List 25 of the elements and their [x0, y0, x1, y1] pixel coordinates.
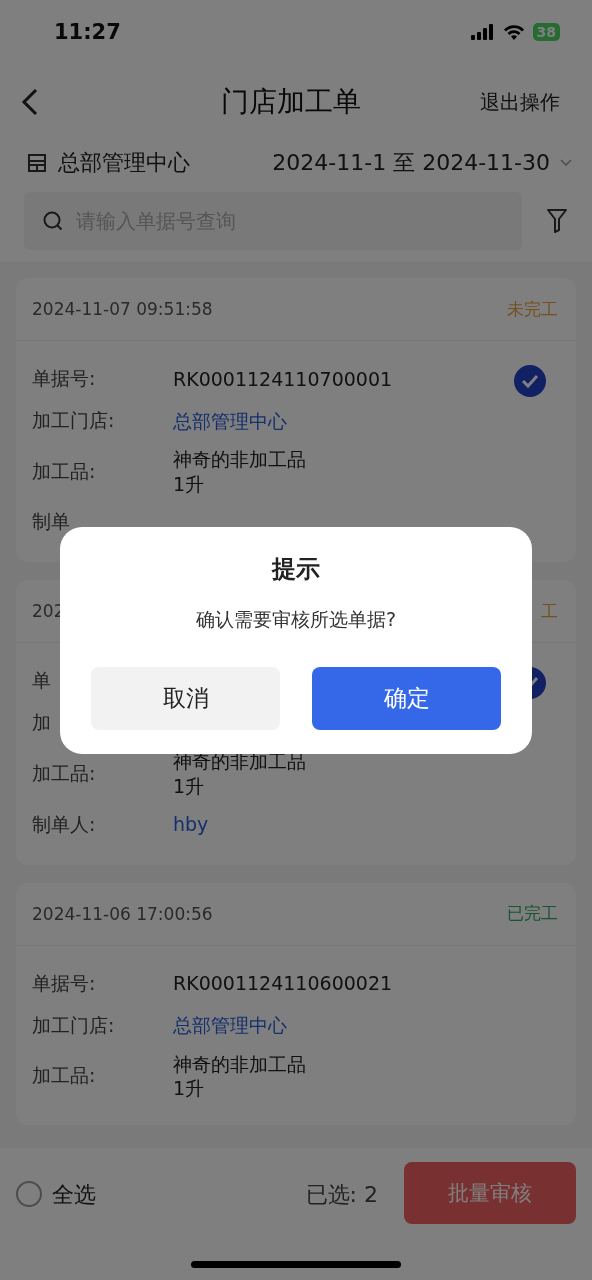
field-label: 加工门店:	[32, 1012, 116, 1038]
field-label: 制单	[32, 509, 71, 535]
order-time: 2024-11-06 17:00:56	[32, 903, 213, 924]
field-label: 制单人:	[32, 811, 97, 837]
field-label: 单	[32, 668, 52, 694]
status-tag: 未完工	[507, 297, 558, 321]
field-label: 单据号:	[32, 970, 97, 996]
selected-count: 已选: 2	[305, 1181, 378, 1209]
field-value: RK0001124110700001	[173, 366, 393, 392]
order-time: 2024-11-07 09:51:58	[32, 299, 213, 319]
field-label: 单据号:	[32, 366, 97, 391]
status-tag: 已完工	[507, 902, 558, 926]
field-label: 加工品:	[32, 761, 97, 787]
field-label: 加工品:	[32, 458, 97, 484]
field-value: 神奇的非加工品 1升	[173, 447, 306, 497]
status-tag: 工	[541, 599, 558, 623]
field-label: 加	[32, 710, 52, 736]
page-title: 门店加工单	[220, 84, 362, 120]
battery-level: 38	[532, 23, 560, 41]
field-value: RK0001124110600021	[173, 971, 393, 997]
field-label: 加工品:	[32, 1063, 97, 1089]
field-value: 神奇的非加工品 1升	[173, 1051, 306, 1102]
status-time: 11:27	[54, 20, 121, 44]
field-label: 加工门店:	[32, 408, 116, 433]
dialog-message: 确认需要审核所选单据?	[195, 606, 397, 632]
